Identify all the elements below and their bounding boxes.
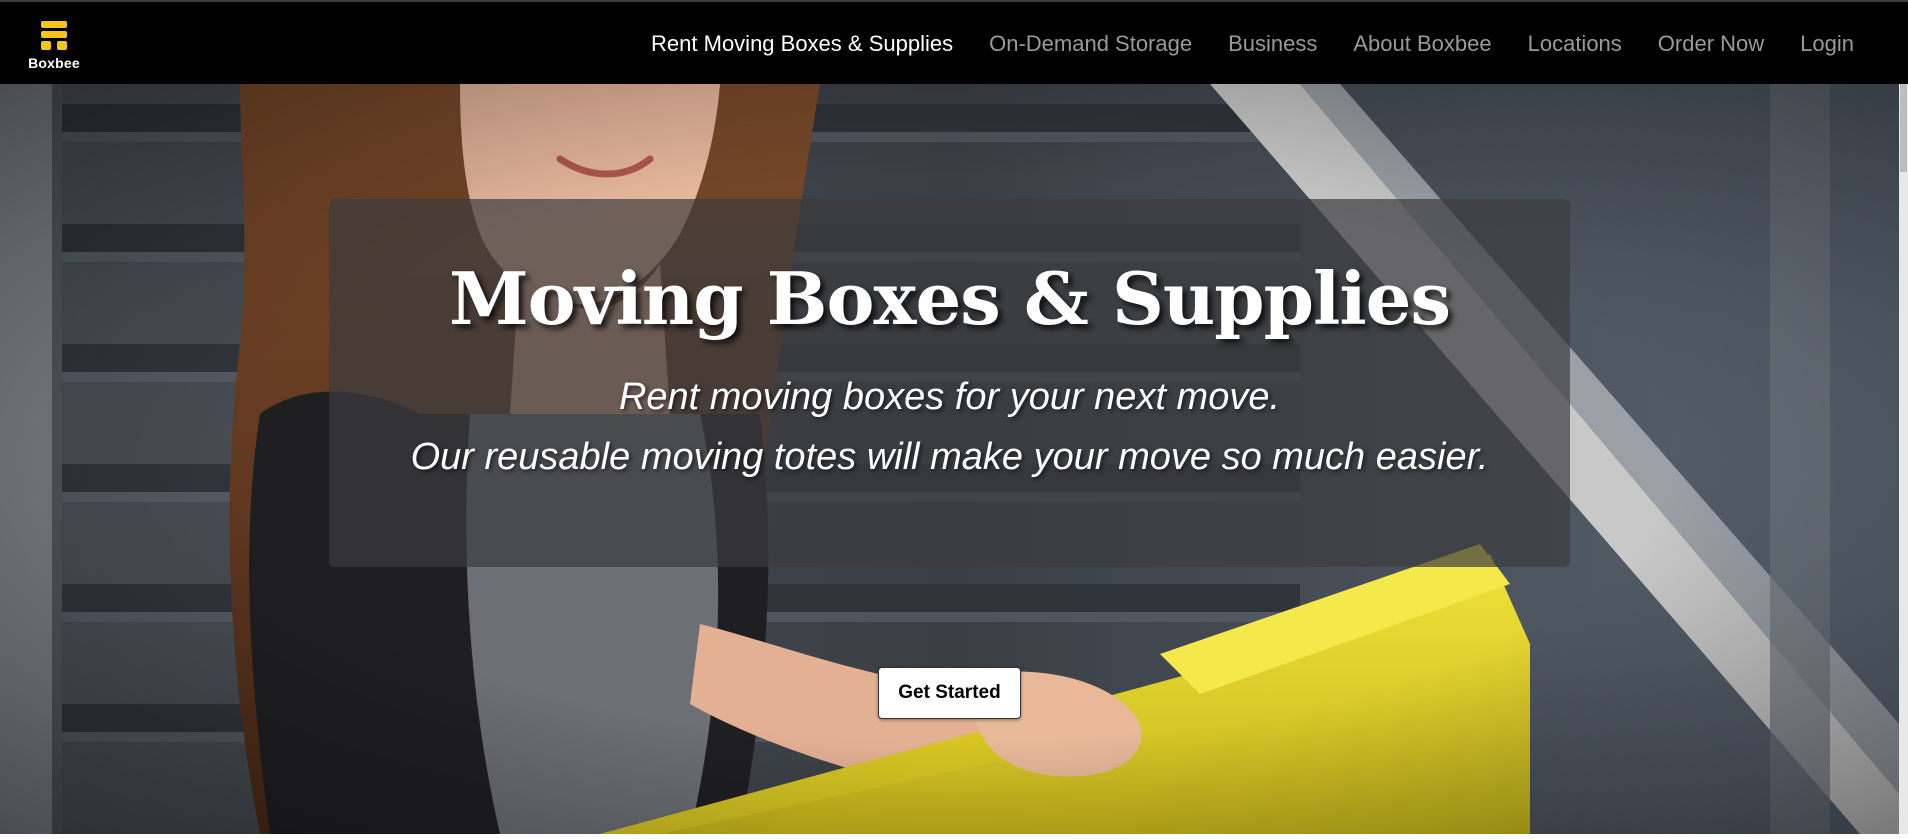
- nav-item-on-demand-storage[interactable]: On-Demand Storage: [989, 31, 1192, 57]
- nav-item-locations[interactable]: Locations: [1528, 31, 1622, 57]
- brand-logo[interactable]: Boxbee: [22, 20, 84, 72]
- nav-item-order-now[interactable]: Order Now: [1658, 31, 1764, 57]
- hero-title: Moving Boxes & Supplies: [448, 256, 1451, 341]
- stacked-boxes-icon: [41, 21, 67, 50]
- scrollbar-thumb[interactable]: [1900, 84, 1907, 172]
- page-scrollbar[interactable]: [1899, 84, 1908, 834]
- get-started-button[interactable]: Get Started: [878, 667, 1021, 719]
- hero-section: Moving Boxes & Supplies Rent moving boxe…: [0, 84, 1908, 834]
- page: Boxbee Rent Moving Boxes & Supplies On-D…: [0, 0, 1908, 839]
- brand-name: Boxbee: [28, 55, 80, 71]
- main-nav: Rent Moving Boxes & Supplies On-Demand S…: [651, 2, 1854, 86]
- nav-item-business[interactable]: Business: [1228, 31, 1317, 57]
- top-navbar: Boxbee Rent Moving Boxes & Supplies On-D…: [0, 0, 1908, 84]
- hero-subtitle-line-1: Rent moving boxes for your next move.: [618, 376, 1281, 418]
- nav-item-login[interactable]: Login: [1800, 31, 1854, 57]
- hero-text-panel: Moving Boxes & Supplies Rent moving boxe…: [329, 199, 1570, 567]
- hero-subtitle-line-2: Our reusable moving totes will make your…: [410, 436, 1489, 478]
- nav-item-rent-moving-boxes[interactable]: Rent Moving Boxes & Supplies: [651, 31, 953, 57]
- nav-item-about[interactable]: About Boxbee: [1353, 31, 1491, 57]
